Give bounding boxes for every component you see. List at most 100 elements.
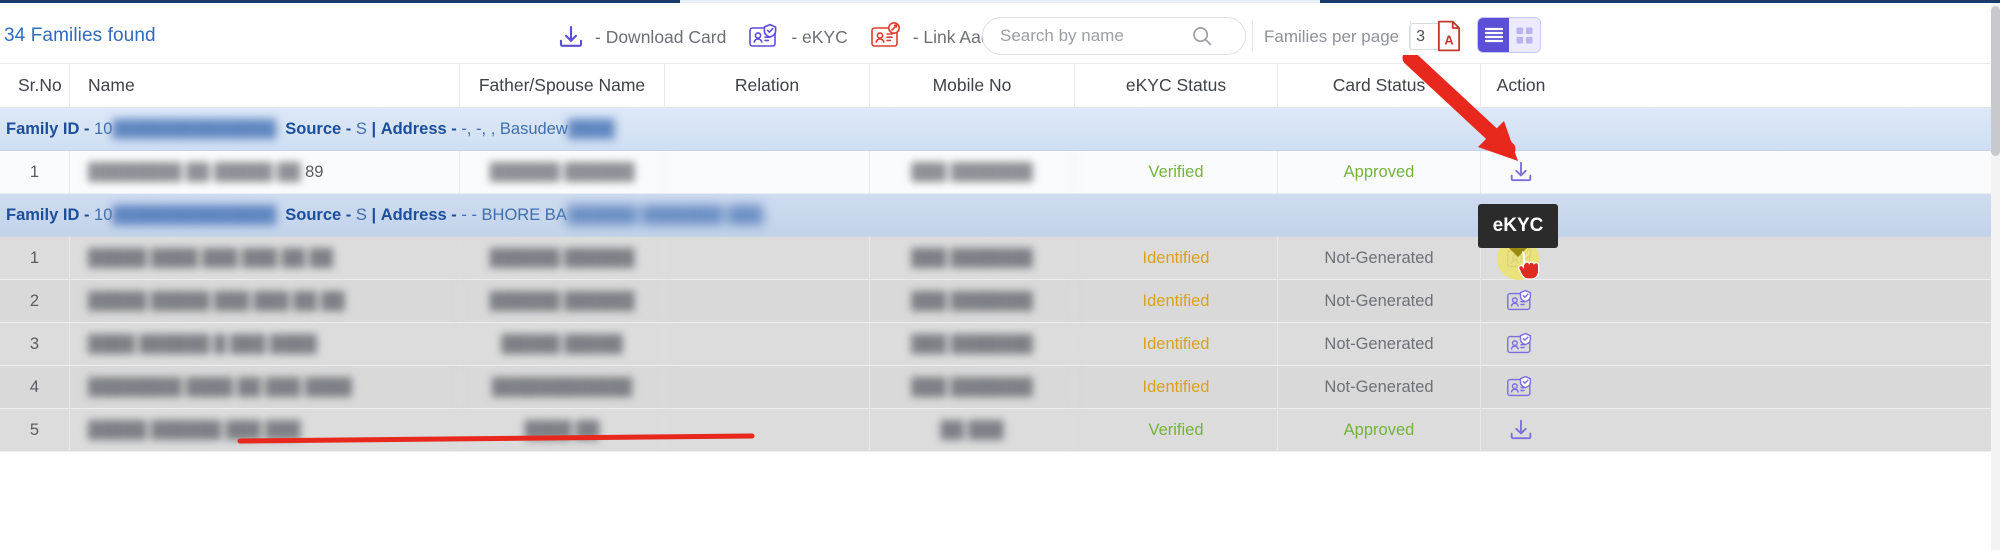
cell-name-tail: 89 [305, 163, 323, 182]
table-row[interactable]: 4 ████████ ████ ██ ███ ████ ████████████… [0, 366, 2000, 409]
search-button[interactable] [1179, 18, 1225, 54]
list-view-icon [1484, 26, 1504, 44]
family-source-label: Source - [285, 120, 351, 139]
table-row[interactable]: 2 █████ █████ ███ ███ ██ ██ ██████ █████… [0, 280, 2000, 323]
cell-name: ████████ ████ ██ ███ ████ [70, 366, 460, 409]
cell-name: █████ █████ ███ ███ ██ ██ [70, 280, 460, 323]
search-input[interactable] [983, 19, 1179, 53]
row-action-download-button[interactable] [1481, 409, 1561, 452]
svg-text:A: A [1444, 33, 1453, 48]
family-address-label: Address - [381, 120, 457, 139]
toolbar-divider-1 [1252, 21, 1253, 51]
family-id-value: 10 [94, 120, 112, 139]
family-id-value: 10 [94, 206, 112, 225]
column-header-srno: Sr.No [0, 63, 70, 108]
row-action-ekyc-button[interactable] [1481, 366, 1561, 409]
cell-relation [665, 151, 870, 194]
cell-relation [665, 237, 870, 280]
cell-mobile: ███ ███████ [870, 237, 1075, 280]
list-view-button[interactable] [1478, 18, 1509, 52]
cell-card-status: Approved [1278, 409, 1481, 452]
families-found-count: 34 Families found [4, 25, 156, 47]
family-source-value: S [356, 120, 367, 139]
cell-card-status: Not-Generated [1278, 323, 1481, 366]
cell-srno: 3 [0, 323, 70, 366]
cell-name-masked: ████████ ██ █████ ██ [88, 163, 301, 182]
column-header-father: Father/Spouse Name [460, 63, 665, 108]
cell-name: █████ ██████ ███ ███ [70, 409, 460, 452]
family-group-header[interactable]: Family ID - 10 ██████████████ Source - S… [0, 108, 2000, 151]
legend-item-ekyc: - eKYC [748, 22, 847, 52]
cell-card-status: Not-Generated [1278, 237, 1481, 280]
family-group-header[interactable]: Family ID - 10 ██████████████ Source - S… [0, 194, 2000, 237]
grid-view-button[interactable] [1509, 18, 1540, 52]
cell-father: ██████ ██████ [460, 280, 665, 323]
cell-name: ████ ██████ █ ███ ████ [70, 323, 460, 366]
column-header-card-status: Card Status [1278, 63, 1481, 108]
download-icon [556, 22, 586, 52]
cell-father: ████████████ [460, 366, 665, 409]
table-row[interactable]: 5 █████ ██████ ███ ███ ████ ██ ██ ███ Ve… [0, 409, 2000, 452]
ekyc-card-icon [1506, 288, 1536, 315]
cell-mobile: ██ ███ [870, 409, 1075, 452]
scrollbar-track[interactable] [1991, 3, 2000, 550]
scrollbar-thumb[interactable] [1991, 6, 2000, 156]
column-header-action: Action [1481, 63, 1561, 108]
pdf-icon: A [1434, 20, 1464, 52]
table-row[interactable]: 1 █████ ████ ███ ███ ██ ██ ██████ ██████… [0, 237, 2000, 280]
families-table: Sr.No Name Father/Spouse Name Relation M… [0, 63, 2000, 452]
cell-card-status: Approved [1278, 151, 1481, 194]
ekyc-card-icon [1506, 374, 1536, 401]
cell-srno: 2 [0, 280, 70, 323]
export-pdf-button[interactable]: A [1432, 19, 1466, 53]
family-source-label: Source - [285, 206, 351, 225]
legend-label-download-card: - Download Card [595, 27, 726, 48]
cell-ekyc-status: Verified [1075, 151, 1278, 194]
view-toggle[interactable] [1477, 17, 1541, 53]
legend-item-download-card: - Download Card [556, 22, 726, 52]
table-row[interactable]: 3 ████ ██████ █ ███ ████ █████ █████ ███… [0, 323, 2000, 366]
link-aadhaar-icon [870, 22, 904, 52]
row-action-ekyc-button[interactable] [1481, 323, 1561, 366]
toolbar-divider-2 [1410, 21, 1411, 51]
mouse-cursor-icon [1516, 250, 1542, 285]
cell-father: █████ █████ [460, 323, 665, 366]
cell-father: ████ ██ [460, 409, 665, 452]
family-id-masked: ██████████████ [112, 120, 276, 139]
grid-view-icon [1515, 26, 1534, 45]
row-action-download-button[interactable] [1481, 151, 1561, 194]
cell-mobile: ███ ███████ [870, 323, 1075, 366]
toolbar: 34 Families found - Download Card [0, 3, 2000, 63]
column-header-relation: Relation [665, 63, 870, 108]
column-header-ekyc-status: eKYC Status [1075, 63, 1278, 108]
cell-father: ██████ ██████ [460, 237, 665, 280]
cell-ekyc-status: Verified [1075, 409, 1278, 452]
cell-name: ████████ ██ █████ ██ 89 [70, 151, 460, 194]
family-id-masked: ██████████████ [112, 206, 276, 225]
cell-srno: 4 [0, 366, 70, 409]
column-header-mobile: Mobile No [870, 63, 1075, 108]
family-address-masked: ██████ ███████ ███ [567, 206, 763, 225]
download-icon [1507, 416, 1535, 444]
family-address-value: -, -, , Basudew [461, 120, 567, 139]
cell-srno: 5 [0, 409, 70, 452]
legend-label-ekyc: - eKYC [791, 27, 847, 48]
download-icon [1507, 158, 1535, 186]
table-header-row: Sr.No Name Father/Spouse Name Relation M… [0, 63, 2000, 108]
cell-mobile: ███ ███████ [870, 366, 1075, 409]
cell-card-status: Not-Generated [1278, 280, 1481, 323]
cell-ekyc-status: Identified [1075, 237, 1278, 280]
table-row[interactable]: 1 ████████ ██ █████ ██ 89 ██████ ██████ … [0, 151, 2000, 194]
row-action-ekyc-button[interactable] [1481, 280, 1561, 323]
cell-mobile: ███ ███████ [870, 151, 1075, 194]
ekyc-card-icon [1506, 331, 1536, 358]
family-address-value: - - BHORE BA [461, 206, 566, 225]
search-box[interactable] [982, 17, 1246, 55]
families-list-page: 34 Families found - Download Card [0, 0, 2000, 550]
cell-srno: 1 [0, 237, 70, 280]
cell-srno: 1 [0, 151, 70, 194]
cell-mobile: ███ ███████ [870, 280, 1075, 323]
family-summary: Family ID - 10 ██████████████ Source - S… [6, 120, 615, 139]
cell-card-status: Not-Generated [1278, 366, 1481, 409]
ekyc-card-icon [748, 22, 782, 52]
